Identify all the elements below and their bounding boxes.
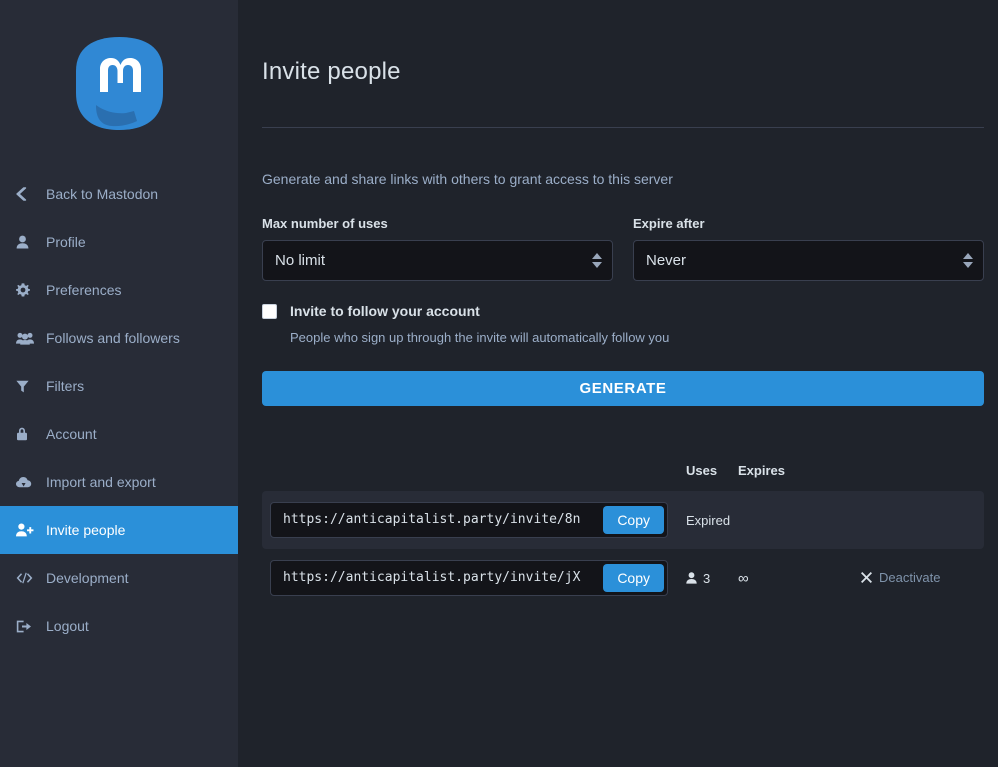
max-uses-field: Max number of uses No limit: [262, 216, 613, 281]
invites-table-body: https://anticapitalist.party/invite/8n C…: [262, 491, 984, 607]
chevron-updown-icon: [962, 252, 974, 270]
sidebar: Back to Mastodon Profile Preferences: [0, 0, 238, 767]
invite-url-text[interactable]: https://anticapitalist.party/invite/8n: [271, 503, 603, 537]
generate-button[interactable]: Generate: [262, 371, 984, 406]
invite-link-cell: https://anticapitalist.party/invite/jX C…: [262, 549, 686, 607]
page-lead-text: Generate and share links with others to …: [262, 171, 984, 187]
sidebar-item-label: Back to Mastodon: [46, 186, 158, 202]
invites-header-row: Uses Expires: [262, 463, 984, 491]
expire-after-select[interactable]: Never: [633, 240, 984, 281]
page-title: Invite people: [262, 0, 984, 86]
sidebar-item-label: Logout: [46, 618, 89, 634]
invite-uses-cell: Expired: [686, 491, 738, 549]
copy-link-group: https://anticapitalist.party/invite/jX C…: [270, 560, 668, 596]
invite-action-cell: [861, 491, 984, 549]
expire-after-label: Expire after: [633, 216, 984, 231]
follow-checkbox-row: Invite to follow your account People who…: [262, 303, 984, 345]
max-uses-value: No limit: [275, 252, 325, 269]
sidebar-item-label: Invite people: [46, 522, 125, 538]
chevron-updown-icon: [591, 252, 603, 270]
sidebar-item-filters[interactable]: Filters: [0, 362, 238, 410]
expire-after-value: Never: [646, 252, 686, 269]
user-plus-icon: [16, 522, 36, 538]
follow-checkbox-text: Invite to follow your account People who…: [290, 303, 669, 345]
invite-follow-label[interactable]: Invite to follow your account: [290, 303, 669, 320]
title-divider: [262, 127, 984, 128]
invite-uses-count: 3: [703, 571, 710, 586]
users-icon: [16, 330, 36, 346]
invites-table-head: Uses Expires: [262, 463, 984, 491]
invite-expires-cell: ∞: [738, 549, 861, 607]
sidebar-item-profile[interactable]: Profile: [0, 218, 238, 266]
invite-status-expired: Expired: [686, 513, 730, 528]
sidebar-item-import-and-export[interactable]: Import and export: [0, 458, 238, 506]
sidebar-item-back-to-mastodon[interactable]: Back to Mastodon: [0, 170, 238, 218]
gear-icon: [16, 282, 36, 298]
lock-icon: [16, 426, 36, 442]
invite-expires-value: ∞: [738, 570, 749, 587]
sidebar-item-development[interactable]: Development: [0, 554, 238, 602]
app-root: Back to Mastodon Profile Preferences: [0, 0, 998, 767]
sidebar-item-label: Filters: [46, 378, 84, 394]
code-icon: [16, 570, 36, 586]
deactivate-link[interactable]: Deactivate: [861, 570, 940, 585]
invite-options-row: Max number of uses No limit Expire after…: [262, 216, 984, 281]
sidebar-item-label: Profile: [46, 234, 86, 250]
sidebar-item-label: Preferences: [46, 282, 121, 298]
user-icon: [686, 572, 697, 584]
sidebar-item-logout[interactable]: Logout: [0, 602, 238, 650]
invite-follow-checkbox[interactable]: [262, 304, 277, 319]
sidebar-item-label: Account: [46, 426, 97, 442]
copy-button[interactable]: Copy: [603, 506, 664, 534]
sidebar-item-preferences[interactable]: Preferences: [0, 266, 238, 314]
invite-follow-hint: People who sign up through the invite wi…: [290, 330, 669, 345]
invite-url-text[interactable]: https://anticapitalist.party/invite/jX: [271, 561, 603, 595]
sidebar-nav: Back to Mastodon Profile Preferences: [0, 170, 238, 650]
sidebar-item-follows-and-followers[interactable]: Follows and followers: [0, 314, 238, 362]
invite-action-cell: Deactivate: [861, 549, 984, 607]
invite-uses-cell: 3: [686, 549, 738, 607]
column-header-action: [861, 463, 984, 491]
column-header-link: [262, 463, 686, 491]
table-row: https://anticapitalist.party/invite/8n C…: [262, 491, 984, 549]
column-header-uses: Uses: [686, 463, 738, 491]
copy-button[interactable]: Copy: [603, 564, 664, 592]
times-icon: [861, 572, 872, 583]
sign-out-icon: [16, 618, 36, 634]
copy-link-group: https://anticapitalist.party/invite/8n C…: [270, 502, 668, 538]
invite-expires-cell: [738, 491, 861, 549]
sidebar-item-invite-people[interactable]: Invite people: [0, 506, 238, 554]
sidebar-item-label: Import and export: [46, 474, 156, 490]
main-content: Invite people Generate and share links w…: [238, 0, 998, 767]
invites-table: Uses Expires https://anticapitalist.part…: [262, 463, 984, 607]
funnel-icon: [16, 378, 36, 394]
sidebar-item-label: Follows and followers: [46, 330, 180, 346]
sidebar-item-label: Development: [46, 570, 129, 586]
deactivate-label: Deactivate: [879, 570, 940, 585]
expire-after-field: Expire after Never: [633, 216, 984, 281]
table-row: https://anticapitalist.party/invite/jX C…: [262, 549, 984, 607]
cloud-download-icon: [16, 474, 36, 490]
max-uses-label: Max number of uses: [262, 216, 613, 231]
max-uses-select[interactable]: No limit: [262, 240, 613, 281]
invite-link-cell: https://anticapitalist.party/invite/8n C…: [262, 491, 686, 549]
column-header-expires: Expires: [738, 463, 861, 491]
chevron-left-icon: [16, 186, 36, 202]
user-icon: [16, 234, 36, 250]
mastodon-logo: [0, 0, 238, 170]
sidebar-item-account[interactable]: Account: [0, 410, 238, 458]
